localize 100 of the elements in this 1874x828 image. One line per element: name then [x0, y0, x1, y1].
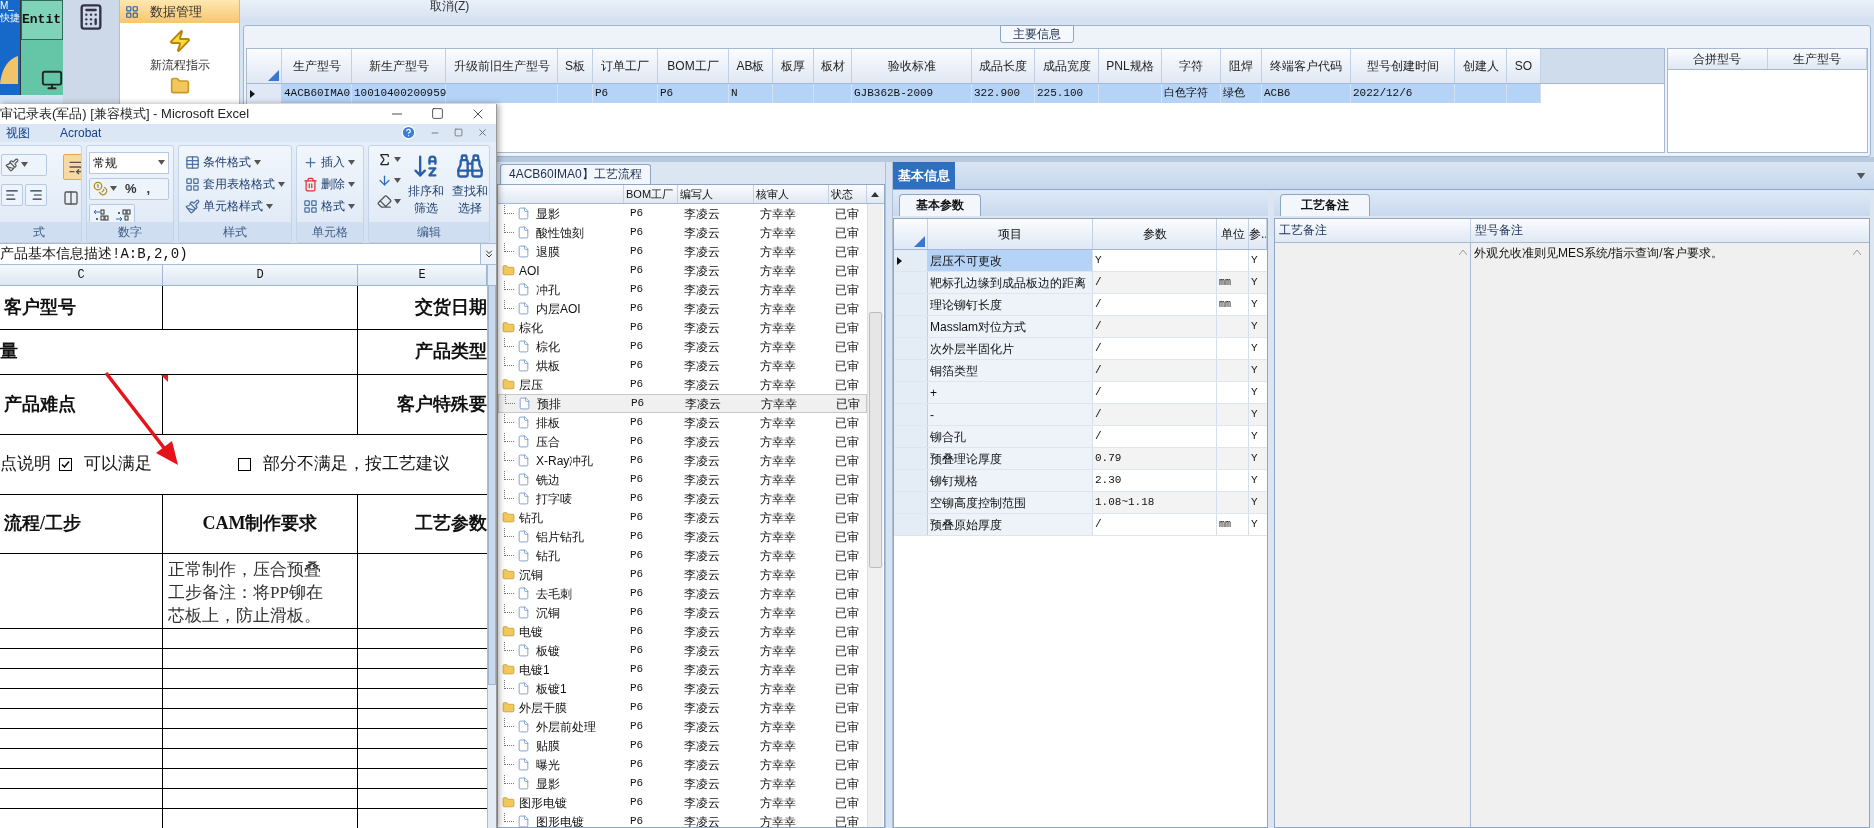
column-header[interactable]: 升级前旧生产型号	[446, 49, 558, 83]
checkbox[interactable]	[59, 457, 72, 471]
column-header[interactable]: S板	[558, 49, 593, 83]
increase-decimal-icon[interactable]	[93, 207, 109, 222]
checkbox[interactable]	[238, 457, 251, 471]
column-header[interactable]: 创建人	[1455, 49, 1507, 83]
column-header[interactable]: 验收标准	[852, 49, 972, 83]
panel-tab[interactable]: 基本参数	[899, 194, 981, 216]
panel-tab[interactable]: 基本信息	[893, 162, 955, 189]
decrease-decimal-icon[interactable]	[115, 207, 131, 222]
tree-row[interactable]: 板镀 P6 李凌云 方幸幸 已审	[498, 641, 867, 660]
tree-row[interactable]: 去毛刺 P6 李凌云 方幸幸 已审	[498, 584, 867, 603]
tree-row[interactable]: 电镀 P6 李凌云 方幸幸 已审	[498, 622, 867, 641]
tree-row[interactable]: AOI P6 李凌云 方幸幸 已审	[498, 261, 867, 280]
scrollbar-thumb[interactable]	[488, 284, 496, 685]
tree-row[interactable]: 排板 P6 李凌云 方幸幸 已审	[498, 413, 867, 432]
table-row[interactable]: 层压不可更改 Y Y	[894, 250, 1267, 272]
table-row[interactable]: 空铆高度控制范围 1.08~1.18 Y	[894, 492, 1267, 514]
number-format-dropdown[interactable]: 常规	[89, 151, 169, 174]
panel-tab[interactable]: 4ACB60IMA0】工艺流程	[500, 164, 651, 184]
column-header[interactable]: 状态	[829, 185, 867, 203]
tree-row[interactable]: 冲孔 P6 李凌云 方幸幸 已审	[498, 280, 867, 299]
tree-row[interactable]: 铣边 P6 李凌云 方幸幸 已审	[498, 470, 867, 489]
ribbon-menu-button[interactable]: 单元格样式	[185, 196, 289, 216]
scrollbar-thumb[interactable]	[869, 312, 882, 568]
tree-row[interactable]: 内层AOI P6 李凌云 方幸幸 已审	[498, 299, 867, 318]
tree-row[interactable]: 棕化 P6 李凌云 方幸幸 已审	[498, 318, 867, 337]
nav-item[interactable]: 新流程指示	[120, 23, 239, 74]
tree-row[interactable]: 外层干膜 P6 李凌云 方幸幸 已审	[498, 698, 867, 717]
tree-row[interactable]: 棕化 P6 李凌云 方幸幸 已审	[498, 337, 867, 356]
column-header[interactable]: 成品长度	[972, 49, 1035, 83]
table-row[interactable]: 4ACB60IMA0 10010400200959 P6 P6 N GJB362B-2009 322.900 225.100 白色字符 绿色 ACB6 2022/12/6	[247, 84, 1541, 103]
tree-row[interactable]: 曝光 P6 李凌云 方幸幸 已审	[498, 755, 867, 774]
ribbon-menu-button[interactable]: 套用表格格式	[185, 174, 289, 194]
column-header[interactable]: 板材	[814, 49, 852, 83]
tree-row[interactable]: 图形电镀 P6 李凌云 方幸幸 已审	[498, 793, 867, 812]
column-header[interactable]: 订单工厂	[593, 49, 658, 83]
format-button[interactable]: ,	[141, 178, 156, 199]
expand-formula-button[interactable]	[480, 243, 496, 264]
column-header[interactable]: 板厚	[773, 49, 814, 83]
column-header[interactable]: 生产型号	[282, 49, 352, 83]
column-header[interactable]: 新生产型号	[352, 49, 446, 83]
column-header[interactable]: BOM工厂	[624, 185, 678, 203]
formula-field[interactable]: 产品基本信息描述!A:B,2,0)	[0, 243, 480, 264]
table-row[interactable]: Masslam对位方式 / Y	[894, 316, 1267, 338]
desktop-tile[interactable]: M_ 快捷	[0, 0, 20, 95]
autosum-button[interactable]	[377, 151, 401, 167]
indent-button[interactable]	[1, 183, 23, 206]
column-header[interactable]: C	[0, 264, 163, 285]
maximize-icon[interactable]	[431, 107, 444, 121]
column-header[interactable]: 终端客户代码	[1262, 49, 1351, 83]
tree-row[interactable]: X-Ray冲孔 P6 李凌云 方幸幸 已审	[498, 451, 867, 470]
tree-row[interactable]: 沉铜 P6 李凌云 方幸幸 已审	[498, 565, 867, 584]
ribbon-tab[interactable]: Acrobat	[60, 123, 102, 142]
table-row[interactable]: 铆钉规格 2.30 Y	[894, 470, 1267, 492]
table-row[interactable]: 理论铆钉长度 / mm Y	[894, 294, 1267, 316]
column-header[interactable]: 工艺备注	[1275, 219, 1471, 242]
tree-row[interactable]: 板镀1 P6 李凌云 方幸幸 已审	[498, 679, 867, 698]
row-header[interactable]	[247, 84, 282, 103]
toolbar-button[interactable]: 取消(Z)	[430, 0, 470, 13]
ribbon-menu-button[interactable]: 条件格式	[185, 152, 289, 172]
column-header[interactable]: 生产型号	[1767, 49, 1867, 69]
tree-row[interactable]: 预排 P6 李凌云 方幸幸 已审	[498, 394, 867, 413]
column-header[interactable]: AB板	[729, 49, 773, 83]
ribbon-large-button[interactable]: 排序和筛选	[407, 151, 445, 217]
tree-row[interactable]: 层压 P6 李凌云 方幸幸 已审	[498, 375, 867, 394]
table-row[interactable]: - / Y	[894, 404, 1267, 426]
column-header[interactable]: 编写人	[678, 185, 754, 203]
tree-row[interactable]: 烘板 P6 李凌云 方幸幸 已审	[498, 356, 867, 375]
column-header[interactable]: 阻焊	[1221, 49, 1262, 83]
column-header[interactable]: 合拼型号	[1668, 49, 1768, 69]
tree-row[interactable]: 钻孔 P6 李凌云 方幸幸 已审	[498, 508, 867, 527]
column-header[interactable]: 字符	[1162, 49, 1221, 83]
table-row[interactable]: + / Y	[894, 382, 1267, 404]
tree-row[interactable]: 打字唛 P6 李凌云 方幸幸 已审	[498, 489, 867, 508]
tree-row[interactable]: 显影 P6 李凌云 方幸幸 已审	[498, 204, 867, 223]
merge-button[interactable]	[63, 189, 81, 206]
tree-row[interactable]: 图形电镀 P6 李凌云 方幸幸 已审	[498, 812, 867, 827]
panel-tab[interactable]: 工艺备注	[1280, 194, 1370, 216]
tree-row[interactable]: 退膜 P6 李凌云 方幸幸 已审	[498, 242, 867, 261]
tree-row[interactable]: 显影 P6 李凌云 方幸幸 已审	[498, 774, 867, 793]
ribbon-menu-button[interactable]: 格式	[303, 196, 361, 216]
clear-button[interactable]	[377, 193, 401, 209]
table-row[interactable]: 靶标孔边缘到成品板边的距离 / mm Y	[894, 272, 1267, 294]
scroll-up-icon[interactable]	[871, 191, 879, 197]
tree-row[interactable]: 外层前处理 P6 李凌云 方幸幸 已审	[498, 717, 867, 736]
column-header[interactable]: 单位	[1217, 219, 1249, 249]
column-header[interactable]: 成品宽度	[1035, 49, 1099, 83]
indent-button[interactable]	[25, 183, 47, 206]
column-header[interactable]: 参..	[1249, 219, 1267, 249]
tree-row[interactable]: 压合 P6 李凌云 方幸幸 已审	[498, 432, 867, 451]
tree-row[interactable]: 贴膜 P6 李凌云 方幸幸 已审	[498, 736, 867, 755]
nav-header[interactable]: 数据管理	[120, 0, 239, 23]
column-header[interactable]: D	[163, 264, 358, 285]
help-icon[interactable]	[401, 125, 416, 140]
ribbon-tab[interactable]: 视图	[6, 123, 30, 142]
fill-button[interactable]	[377, 172, 401, 188]
tree-row[interactable]: 酸性蚀刻 P6 李凌云 方幸幸 已审	[498, 223, 867, 242]
table-row[interactable]: 预叠原始厚度 / mm Y	[894, 514, 1267, 536]
column-header[interactable]: 核审人	[754, 185, 829, 203]
